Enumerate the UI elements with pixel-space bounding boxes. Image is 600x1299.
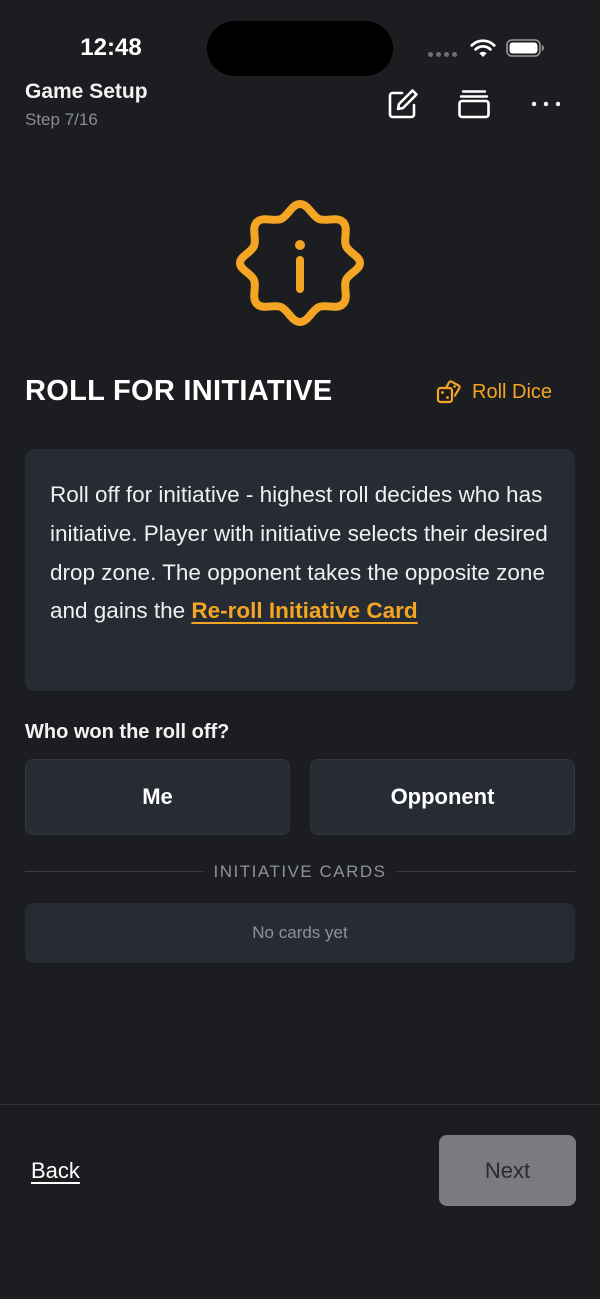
next-button[interactable]: Next (439, 1135, 576, 1206)
section-title: ROLL FOR INITIATIVE (25, 375, 333, 407)
status-icons (428, 34, 578, 64)
info-badge-icon (236, 200, 364, 326)
dice-icon (436, 380, 461, 404)
dynamic-island (207, 21, 393, 76)
roll-dice-button[interactable]: Roll Dice (436, 376, 552, 408)
roll-dice-label: Roll Dice (472, 381, 553, 403)
page-title: Game Setup (25, 80, 148, 103)
back-button[interactable]: Back (31, 1155, 80, 1187)
wifi-icon (470, 39, 496, 57)
reroll-initiative-card-link[interactable]: Re-roll Initiative Card (191, 598, 417, 623)
question-label: Who won the roll off? (25, 721, 230, 743)
footer-divider (0, 1104, 600, 1105)
opponent-button[interactable]: Opponent (310, 759, 575, 835)
divider-line-right (397, 871, 575, 872)
info-text: Roll off for initiative - highest roll d… (50, 476, 550, 631)
status-time: 12:48 (80, 34, 142, 61)
step-indicator: Step 7/16 (25, 110, 98, 129)
more-icon (531, 101, 561, 107)
cards-stack-button[interactable] (454, 84, 494, 124)
more-button[interactable] (526, 84, 566, 124)
cards-stack-icon (458, 90, 490, 119)
signal-dots-icon (428, 52, 460, 58)
battery-icon (506, 39, 544, 57)
header: Game Setup Step 7/16 (0, 70, 600, 140)
initiative-cards-divider: INITIATIVE CARDS (25, 860, 575, 884)
info-card: Roll off for initiative - highest roll d… (25, 449, 575, 691)
initiative-cards-empty: No cards yet (25, 903, 575, 963)
edit-icon (388, 89, 418, 119)
me-button[interactable]: Me (25, 759, 290, 835)
initiative-cards-heading: INITIATIVE CARDS (213, 862, 387, 881)
edit-button[interactable] (383, 84, 423, 124)
